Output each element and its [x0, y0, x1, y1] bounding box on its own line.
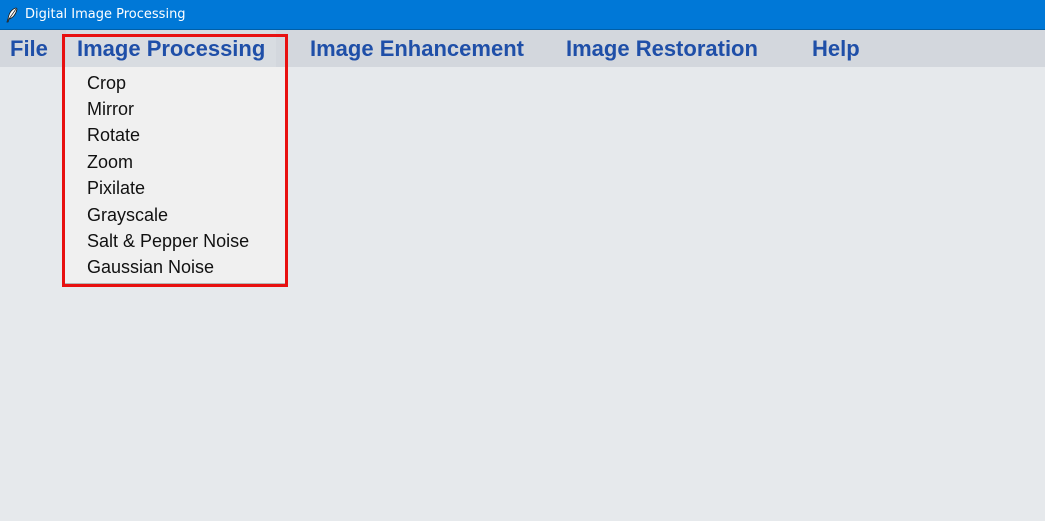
menu-image-restoration[interactable]: Image Restoration [566, 30, 758, 67]
menu-help[interactable]: Help [812, 30, 860, 67]
window-title: Digital Image Processing [25, 7, 186, 22]
menu-item-salt-pepper-noise[interactable]: Salt & Pepper Noise [87, 228, 249, 254]
menu-image-processing[interactable]: Image Processing [66, 30, 277, 67]
menu-image-enhancement[interactable]: Image Enhancement [310, 30, 524, 67]
menu-item-pixilate[interactable]: Pixilate [87, 175, 145, 201]
menu-file[interactable]: File [10, 30, 48, 67]
menu-item-gaussian-noise[interactable]: Gaussian Noise [87, 254, 214, 280]
menu-item-crop[interactable]: Crop [87, 70, 126, 96]
menu-item-rotate[interactable]: Rotate [87, 122, 140, 148]
menu-item-zoom[interactable]: Zoom [87, 149, 133, 175]
menu-item-mirror[interactable]: Mirror [87, 96, 134, 122]
menu-item-grayscale[interactable]: Grayscale [87, 202, 168, 228]
image-processing-dropdown: Crop Mirror Rotate Zoom Pixilate Graysca… [63, 67, 285, 284]
title-bar: Digital Image Processing [0, 0, 1045, 30]
menu-bar: File Image Processing Image Enhancement … [0, 30, 1045, 67]
feather-icon [6, 7, 18, 22]
